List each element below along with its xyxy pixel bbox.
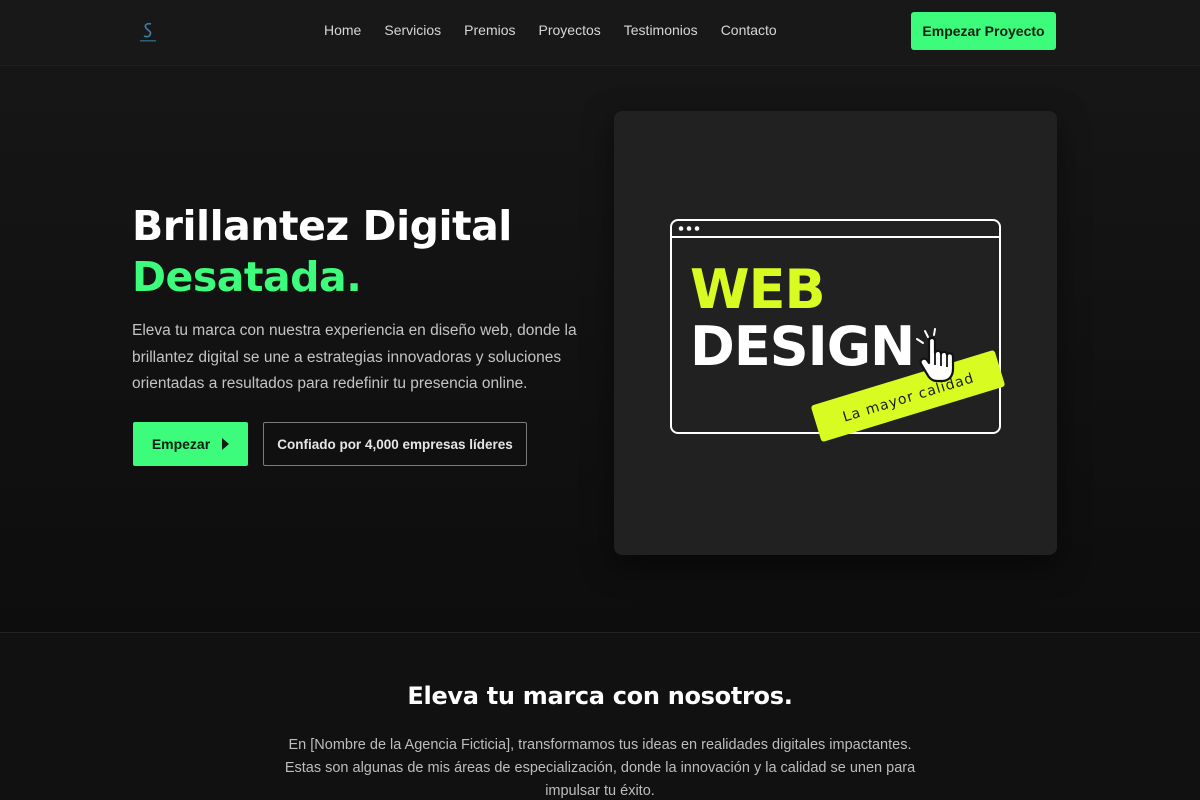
nav-link-servicios[interactable]: Servicios (384, 20, 441, 40)
section-title: Eleva tu marca con nosotros. (407, 682, 793, 710)
about-section: Eleva tu marca con nosotros. En [Nombre … (0, 633, 1200, 800)
illustration-word-web: WEB (690, 258, 825, 321)
start-project-button[interactable]: Empezar Proyecto (911, 12, 1056, 50)
trusted-by-button[interactable]: Confiado por 4,000 empresas líderes (263, 422, 527, 466)
web-design-illustration-card: WEB DESIGN La mayor calidad (614, 111, 1057, 555)
start-button-label: Empezar (151, 436, 211, 452)
hero-title-line1: Brillantez Digital (132, 202, 512, 250)
nav-links: Home Servicios Premios Proyectos Testimo… (324, 20, 800, 40)
caret-right-icon (222, 438, 230, 450)
nav-link-contacto[interactable]: Contacto (721, 20, 777, 40)
top-navbar: Home Servicios Premios Proyectos Testimo… (0, 0, 1200, 66)
section-description: En [Nombre de la Agencia Ficticia], tran… (284, 737, 916, 799)
nav-link-home[interactable]: Home (324, 20, 361, 40)
hero-title-line2: Desatada. (132, 253, 362, 301)
nav-link-proyectos[interactable]: Proyectos (539, 20, 601, 40)
nav-link-testimonios[interactable]: Testimonios (624, 20, 698, 40)
start-button[interactable]: Empezar (133, 422, 248, 466)
s-logo-icon[interactable] (134, 20, 162, 44)
nav-link-premios[interactable]: Premios (464, 20, 515, 40)
illustration-word-design: DESIGN (690, 315, 914, 378)
hero-description: Eleva tu marca con nuestra experiencia e… (132, 322, 577, 392)
hero-title: Brillantez Digital Desatada. (132, 201, 512, 303)
hero-section: Brillantez Digital Desatada. Eleva tu ma… (0, 66, 1200, 632)
